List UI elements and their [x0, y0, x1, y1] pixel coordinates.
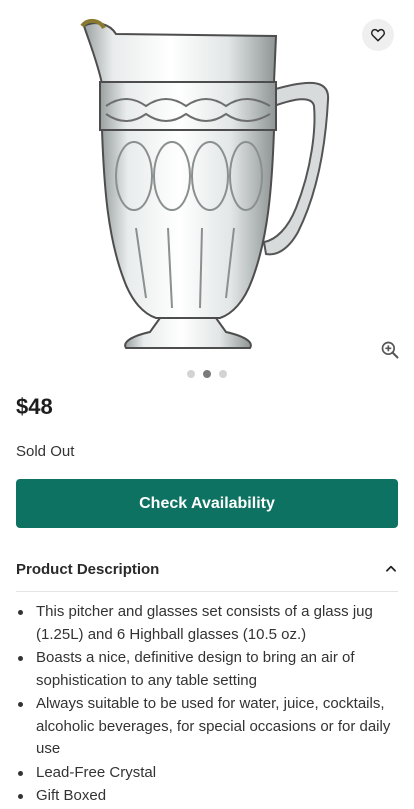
carousel-dot[interactable] [187, 370, 195, 378]
chevron-up-icon [386, 565, 396, 572]
list-item: Lead-Free Crystal [16, 762, 396, 785]
list-item: This pitcher and glasses set consists of… [16, 601, 396, 646]
product-price: $48 [16, 394, 53, 419]
product-description-title: Product Description [16, 560, 160, 578]
carousel-dot[interactable] [219, 370, 227, 378]
bullet-text: Boasts a nice, definitive design to brin… [36, 649, 355, 689]
heart-outline-icon [370, 28, 386, 42]
carousel-dots [0, 370, 414, 378]
bullet-text: Always suitable to be used for water, ju… [36, 695, 391, 757]
bullet-text: This pitcher and glasses set consists of… [36, 603, 373, 643]
bullet-text: Lead-Free Crystal [36, 763, 157, 781]
list-item: Boasts a nice, definitive design to brin… [16, 647, 396, 692]
product-description-list: This pitcher and glasses set consists of… [16, 601, 396, 809]
stock-status: Sold Out [16, 443, 75, 460]
zoom-in-icon[interactable] [380, 340, 400, 360]
favorite-button[interactable] [362, 19, 394, 51]
divider [16, 591, 398, 592]
product-image [80, 19, 330, 349]
product-image-gallery[interactable] [0, 0, 414, 390]
list-item: Gift Boxed [16, 785, 396, 808]
list-item: Always suitable to be used for water, ju… [16, 693, 396, 761]
bullet-text: Gift Boxed [36, 787, 107, 804]
product-description-toggle[interactable]: Product Description [16, 552, 398, 586]
carousel-dot-active[interactable] [203, 370, 211, 378]
check-availability-button[interactable]: Check Availability [16, 479, 398, 528]
